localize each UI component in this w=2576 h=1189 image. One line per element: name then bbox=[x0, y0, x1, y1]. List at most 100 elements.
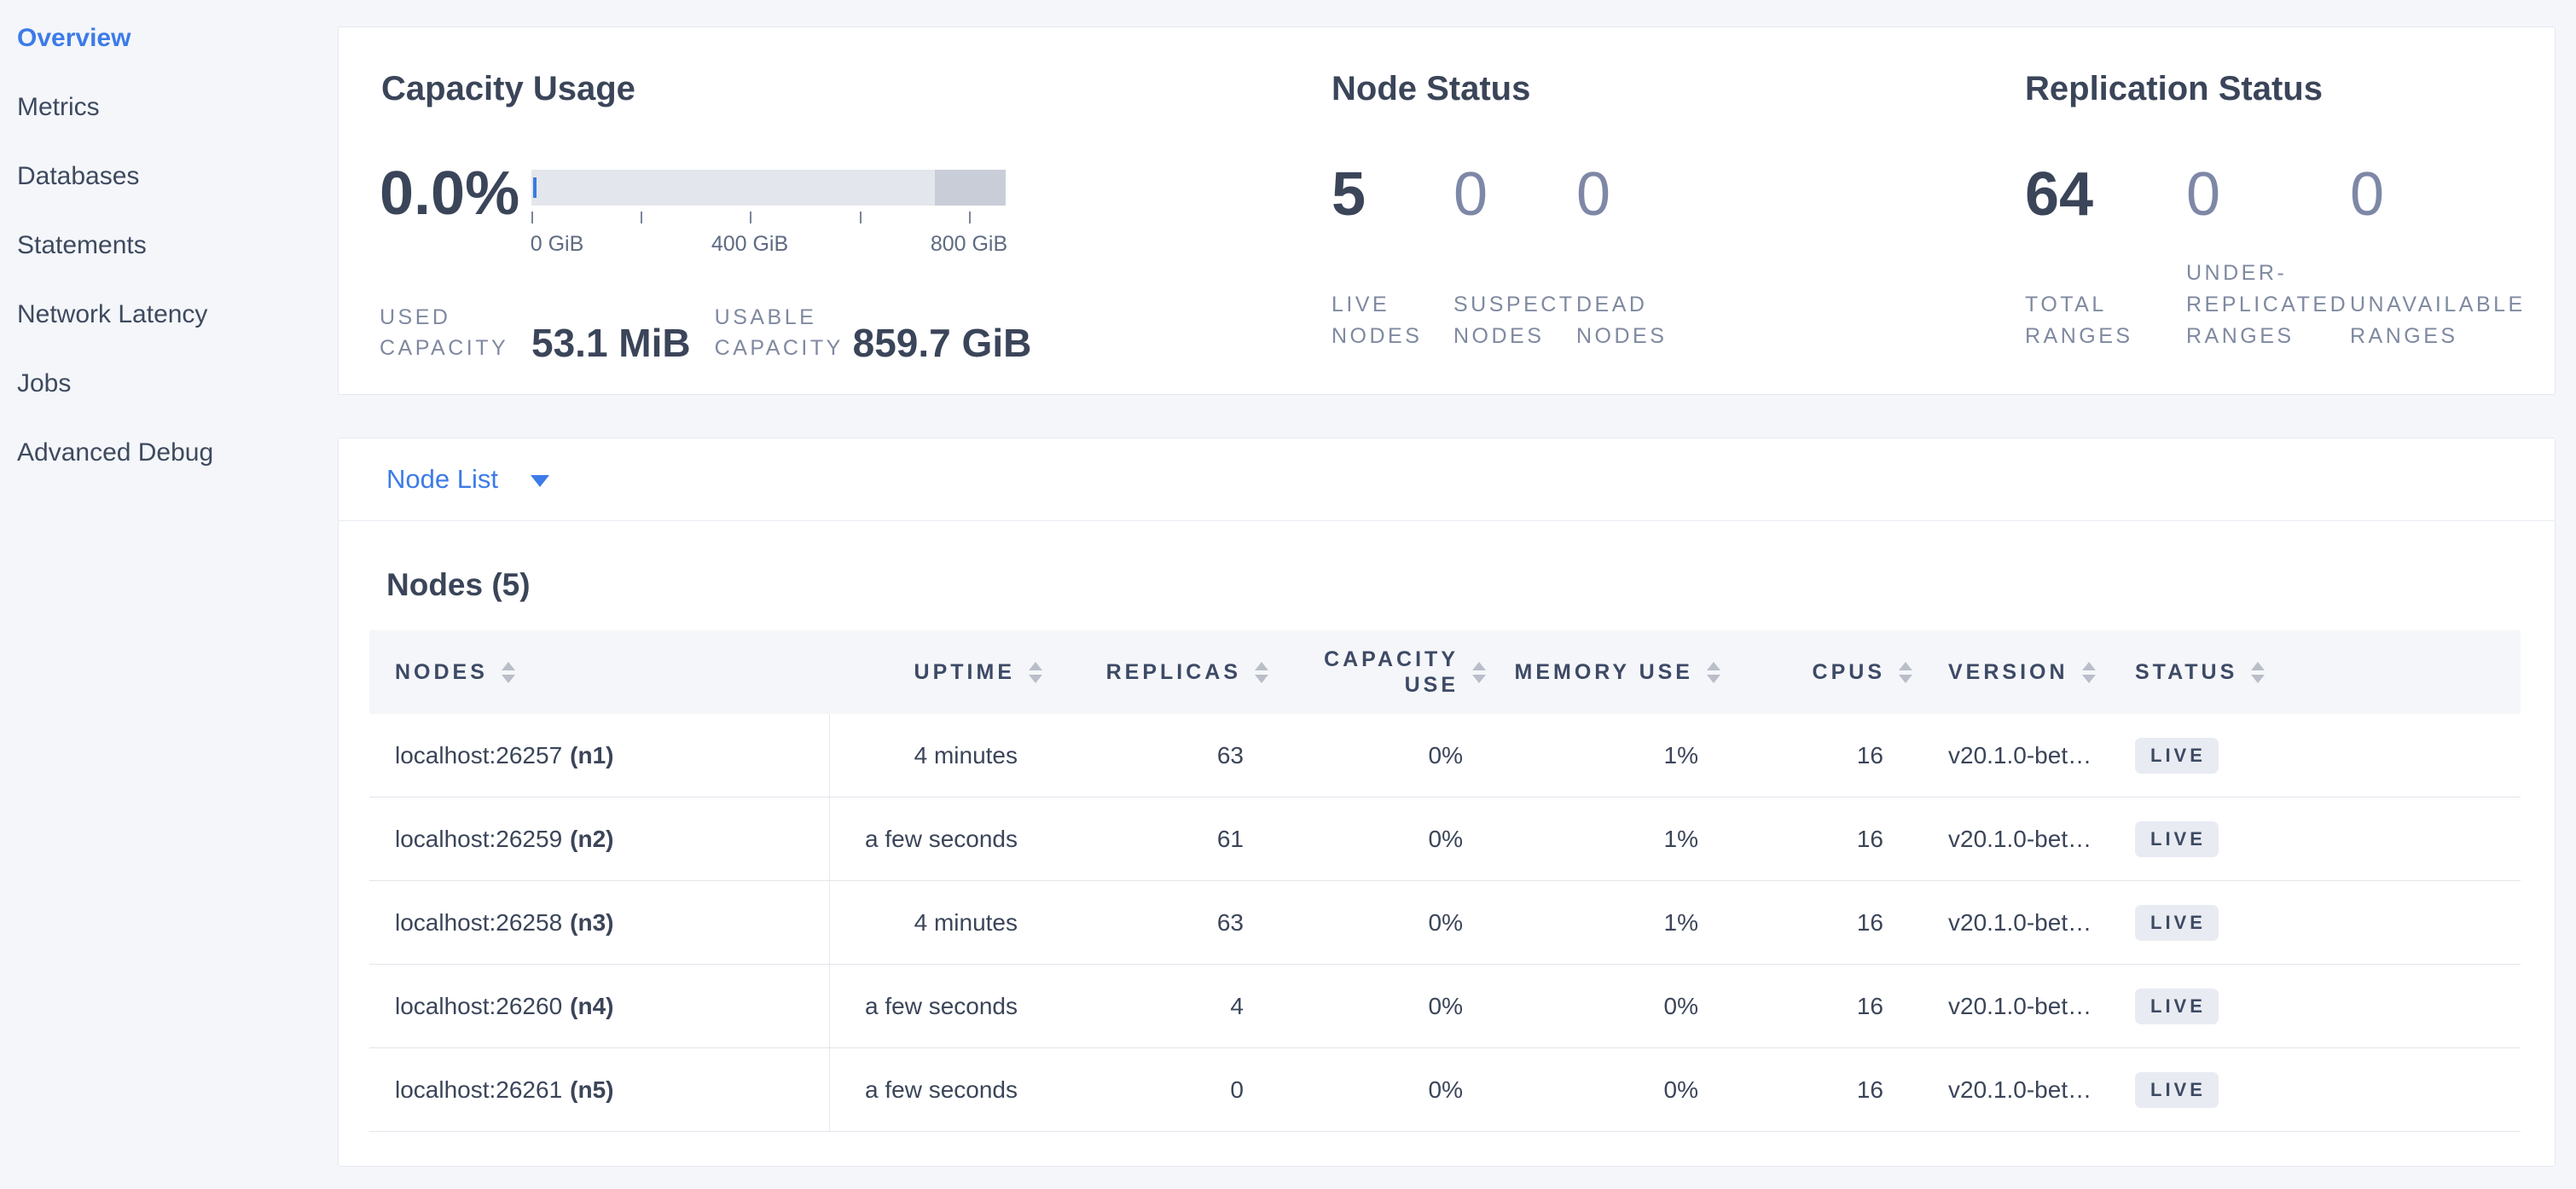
suspect-nodes-value: 0 bbox=[1453, 164, 1576, 225]
memory-use-cell: 0% bbox=[1491, 965, 1726, 1047]
replicas-cell: 61 bbox=[1047, 798, 1273, 880]
sort-icon bbox=[2082, 662, 2096, 683]
capacity-axis: 0 GiB 400 GiB 800 GiB bbox=[531, 212, 1006, 263]
col-header-version[interactable]: VERSION bbox=[1917, 630, 2105, 714]
total-ranges-label: TOTAL RANGES bbox=[2025, 289, 2186, 352]
capacity-stats: USED CAPACITY 53.1 MiB USABLE CAPACITY 8… bbox=[380, 302, 1031, 363]
uptime-cell: a few seconds bbox=[830, 798, 1047, 880]
usable-capacity-value: 859.7 GiB bbox=[853, 322, 1032, 363]
replication-stats: 64 TOTAL RANGES 0 UNDER-REPLICATED RANGE… bbox=[2025, 164, 2546, 352]
sort-icon bbox=[502, 662, 515, 683]
under-replicated-value: 0 bbox=[2186, 164, 2350, 225]
node-list-card: Node List Nodes (5) NODES UPTIME REPLICA… bbox=[338, 438, 2556, 1167]
under-replicated-label: UNDER-REPLICATED RANGES bbox=[2186, 258, 2350, 352]
live-nodes-stat: 5 LIVE NODES bbox=[1332, 164, 1453, 352]
cpus-cell: 16 bbox=[1726, 1048, 1917, 1131]
replicas-cell: 63 bbox=[1047, 714, 1273, 797]
sort-icon bbox=[1029, 662, 1042, 683]
used-capacity-label: USED CAPACITY bbox=[380, 302, 531, 363]
col-label: UPTIME bbox=[914, 660, 1015, 685]
dead-nodes-stat: 0 DEAD NODES bbox=[1576, 164, 1721, 352]
col-header-capacity-use[interactable]: CAPACITY USE bbox=[1273, 630, 1491, 714]
node-name-cell[interactable]: localhost:26257 (n1) bbox=[369, 714, 830, 797]
sort-icon bbox=[1899, 662, 1912, 683]
nodes-table-header: NODES UPTIME REPLICAS CAPACITY USE MEMOR… bbox=[369, 630, 2521, 714]
cluster-summary-card: Capacity Usage 0.0% 0 GiB 400 GiB 800 Gi… bbox=[338, 26, 2556, 395]
col-label: REPLICAS bbox=[1106, 660, 1241, 685]
memory-use-cell: 0% bbox=[1491, 1048, 1726, 1131]
cpus-cell: 16 bbox=[1726, 965, 1917, 1047]
capacity-use-cell: 0% bbox=[1273, 965, 1491, 1047]
capacity-use-cell: 0% bbox=[1273, 881, 1491, 964]
uptime-cell: 4 minutes bbox=[830, 714, 1047, 797]
table-row[interactable]: localhost:26259(n2) a few seconds 61 0% … bbox=[369, 798, 2521, 881]
uptime-cell: a few seconds bbox=[830, 965, 1047, 1047]
status-badge: LIVE bbox=[2135, 905, 2219, 941]
axis-tick bbox=[641, 212, 642, 223]
version-cell: v20.1.0-bet… bbox=[1917, 965, 2105, 1047]
axis-tick bbox=[750, 212, 751, 223]
col-header-replicas[interactable]: REPLICAS bbox=[1047, 630, 1273, 714]
replicas-cell: 4 bbox=[1047, 965, 1273, 1047]
node-id: (n3) bbox=[570, 909, 613, 937]
sidebar-item-jobs[interactable]: Jobs bbox=[0, 349, 338, 418]
replication-status-title: Replication Status bbox=[2025, 70, 2323, 107]
sidebar-item-statements[interactable]: Statements bbox=[0, 211, 338, 280]
node-address: localhost:26260 bbox=[395, 993, 562, 1020]
node-name-cell[interactable]: localhost:26258 (n3) bbox=[369, 881, 830, 964]
sidebar-item-overview[interactable]: Overview bbox=[0, 3, 338, 72]
table-row[interactable]: localhost:26258(n3) 4 minutes 63 0% 1% 1… bbox=[369, 881, 2521, 965]
status-badge: LIVE bbox=[2135, 989, 2219, 1024]
col-label: VERSION bbox=[1948, 660, 2068, 685]
node-id: (n2) bbox=[570, 826, 613, 853]
axis-tick bbox=[860, 212, 862, 223]
col-header-uptime[interactable]: UPTIME bbox=[830, 630, 1047, 714]
replicas-cell: 0 bbox=[1047, 1048, 1273, 1131]
total-ranges-value: 64 bbox=[2025, 164, 2186, 225]
col-header-nodes[interactable]: NODES bbox=[369, 630, 830, 714]
node-name-cell[interactable]: localhost:26261(n5) bbox=[369, 1048, 830, 1131]
table-row[interactable]: localhost:26257(n1) 4 minutes 63 0% 1% 1… bbox=[369, 714, 2521, 798]
used-capacity-value: 53.1 MiB bbox=[531, 322, 691, 363]
axis-tick bbox=[969, 212, 971, 223]
node-name-cell[interactable]: localhost:26260(n4) bbox=[369, 965, 830, 1047]
version-cell: v20.1.0-bet… bbox=[1917, 1048, 2105, 1131]
node-address: localhost:26257 bbox=[395, 742, 562, 769]
sidebar: Overview Metrics Databases Statements Ne… bbox=[0, 0, 338, 1189]
version-cell: v20.1.0-bet… bbox=[1917, 714, 2105, 797]
dead-nodes-value: 0 bbox=[1576, 164, 1721, 225]
live-nodes-label: LIVE NODES bbox=[1332, 289, 1453, 352]
sidebar-item-network-latency[interactable]: Network Latency bbox=[0, 280, 338, 349]
node-name-cell[interactable]: localhost:26259(n2) bbox=[369, 798, 830, 880]
status-cell: LIVE bbox=[2105, 965, 2521, 1047]
table-row[interactable]: localhost:26260(n4) a few seconds 4 0% 0… bbox=[369, 965, 2521, 1048]
chevron-down-icon bbox=[531, 475, 549, 487]
capacity-use-cell: 0% bbox=[1273, 1048, 1491, 1131]
sidebar-item-metrics[interactable]: Metrics bbox=[0, 72, 338, 142]
status-cell: LIVE bbox=[2105, 881, 2521, 964]
node-list-dropdown[interactable]: Node List bbox=[339, 438, 2555, 521]
node-list-dropdown-label: Node List bbox=[386, 464, 498, 495]
node-status-title: Node Status bbox=[1332, 70, 1530, 107]
table-row[interactable]: localhost:26261(n5) a few seconds 0 0% 0… bbox=[369, 1048, 2521, 1132]
unavailable-ranges-value: 0 bbox=[2350, 164, 2546, 225]
sort-icon bbox=[1472, 662, 1486, 683]
col-header-cpus[interactable]: CPUS bbox=[1726, 630, 1917, 714]
status-badge: LIVE bbox=[2135, 821, 2219, 857]
sidebar-item-databases[interactable]: Databases bbox=[0, 142, 338, 211]
node-id: (n1) bbox=[570, 742, 613, 769]
node-address: localhost:26258 bbox=[395, 909, 562, 937]
col-header-memory-use[interactable]: MEMORY USE bbox=[1491, 630, 1726, 714]
uptime-cell: 4 minutes bbox=[830, 881, 1047, 964]
live-nodes-value: 5 bbox=[1332, 164, 1453, 225]
sort-icon bbox=[2251, 662, 2265, 683]
replicas-cell: 63 bbox=[1047, 881, 1273, 964]
nodes-table: NODES UPTIME REPLICAS CAPACITY USE MEMOR… bbox=[369, 630, 2521, 1132]
status-cell: LIVE bbox=[2105, 714, 2521, 797]
col-label: CAPACITY USE bbox=[1322, 647, 1459, 698]
status-cell: LIVE bbox=[2105, 798, 2521, 880]
uptime-cell: a few seconds bbox=[830, 1048, 1047, 1131]
col-header-status[interactable]: STATUS bbox=[2105, 630, 2521, 714]
status-badge: LIVE bbox=[2135, 738, 2219, 774]
sidebar-item-advanced-debug[interactable]: Advanced Debug bbox=[0, 418, 338, 487]
